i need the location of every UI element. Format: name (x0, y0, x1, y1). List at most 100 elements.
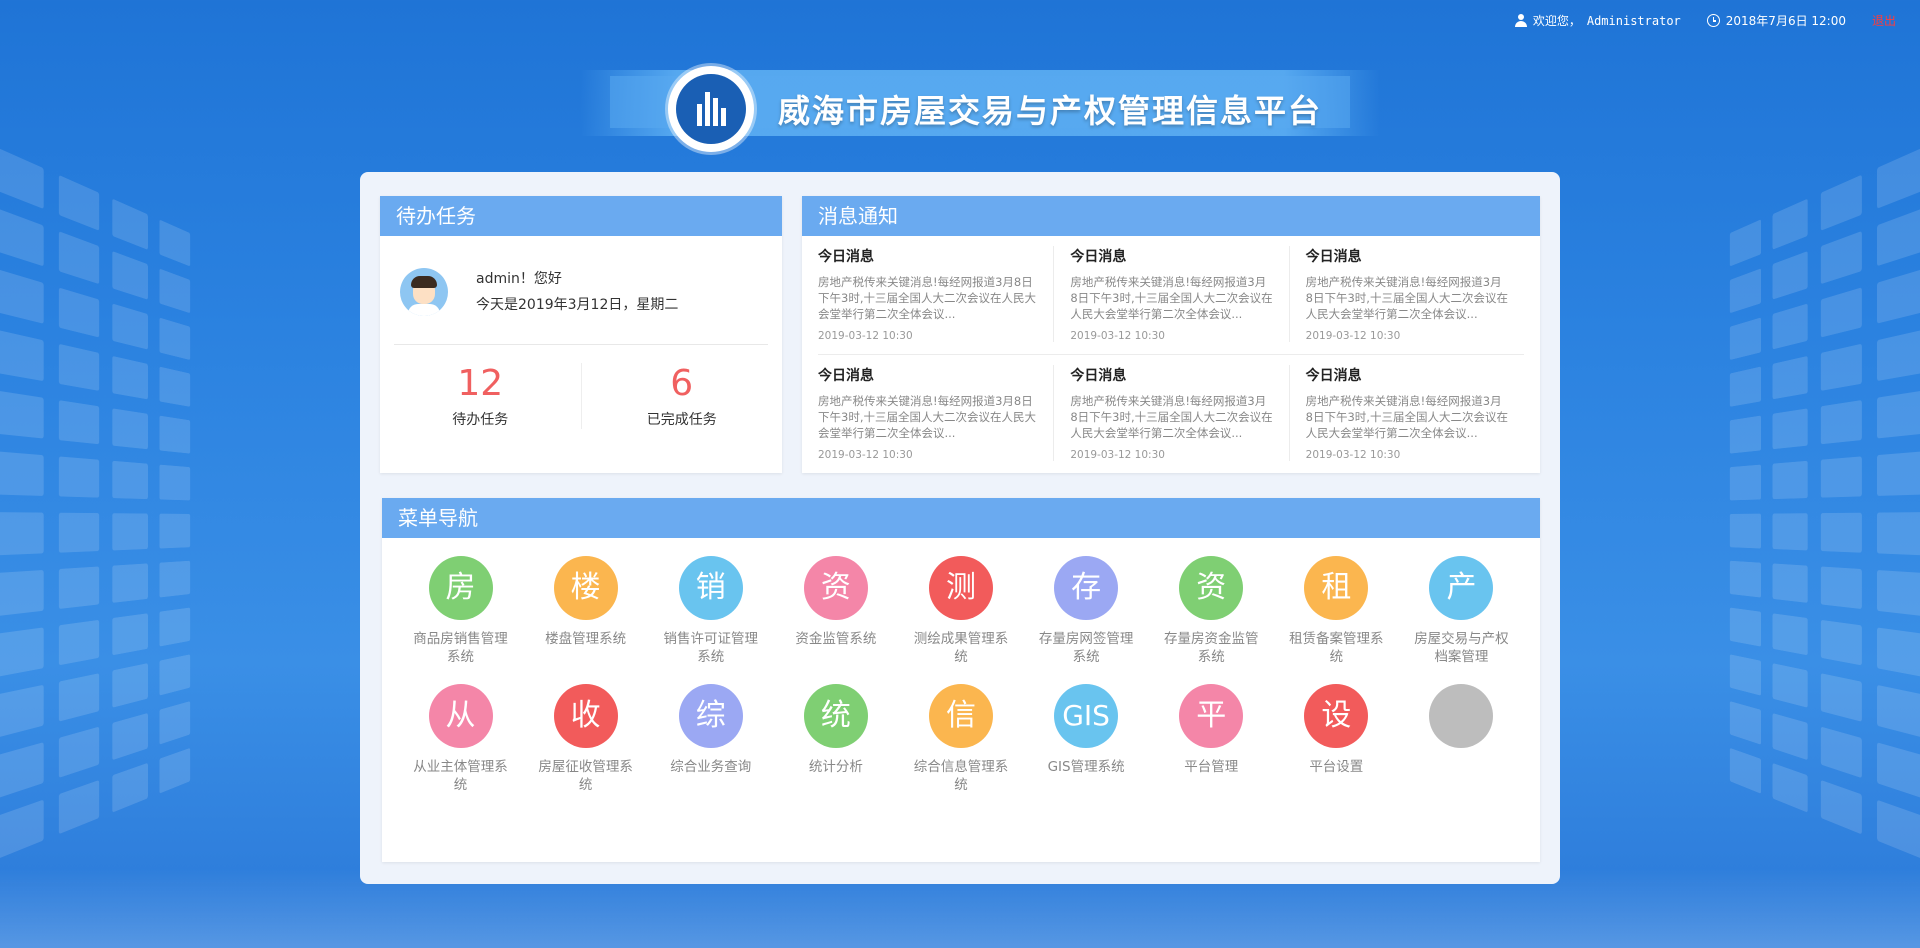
menu-item-label: 存量房资金监管系统 (1163, 631, 1259, 665)
menu-item-label: 统计分析 (808, 759, 863, 775)
menu-item-icon: 设 (1304, 684, 1369, 748)
menu-item[interactable]: 资资金监管系统 (773, 556, 898, 666)
messages-heading: 消息通知 (802, 196, 1540, 236)
background-cell (0, 742, 44, 799)
background-cell (1772, 613, 1808, 656)
avatar (400, 268, 448, 316)
date-text: 今天是2019年3月12日，星期二 (476, 297, 679, 313)
background-cell (159, 701, 191, 745)
menu-item-label (1399, 758, 1524, 794)
message-item[interactable]: 今日消息房地产税传来关键消息!每经网报道3月8日下午3时,十三届全国人大二次会议… (1053, 246, 1288, 354)
menu-item[interactable]: 销销售许可证管理系统 (648, 556, 773, 666)
background-cell (1820, 673, 1862, 722)
menu-item[interactable]: 测测绘成果管理系统 (898, 556, 1023, 666)
menu-heading: 菜单导航 (382, 498, 1540, 538)
menu-item-icon: 房 (428, 556, 493, 620)
menu-item[interactable]: 收房屋征收管理系统 (523, 684, 648, 794)
message-title: 今日消息 (818, 368, 874, 384)
background-cell (112, 303, 148, 350)
user-icon (1514, 14, 1527, 27)
menu-item-icon: 收 (553, 684, 618, 748)
message-item-body: 今日消息房地产税传来关键消息!每经网报道3月8日下午3时,十三届全国人大二次会议… (1053, 246, 1288, 342)
menu-item-label: 房屋征收管理系统 (538, 759, 633, 793)
menu-item-label: 存量房网签管理系统 (1038, 631, 1134, 665)
menu-item-icon: 资 (803, 556, 868, 620)
background-cell (0, 627, 44, 677)
background-cell (1876, 451, 1920, 496)
background-cell (1729, 513, 1761, 549)
menu-item[interactable]: 租租赁备案管理系统 (1274, 556, 1399, 666)
menu-item[interactable]: 统统计分析 (773, 684, 898, 794)
background-cell (1772, 563, 1808, 603)
message-title: 今日消息 (1070, 249, 1127, 265)
menu-item-label: 平台设置 (1309, 759, 1364, 775)
menu-item[interactable]: 平平台管理 (1149, 684, 1274, 794)
background-cell (159, 607, 191, 647)
menu-item-label: 测绘成果管理系统 (913, 631, 1009, 665)
background-cell (1772, 355, 1808, 400)
background-cell (159, 654, 191, 696)
message-item[interactable]: 今日消息 房地产税传来关键消息!每经网报道3月8日下午3时,十三届全国人大二次会议… (1288, 354, 1524, 473)
menu-item[interactable]: 设平台设置 (1274, 684, 1399, 794)
menu-item-label: 房屋交易与产权档案管理 (1414, 631, 1509, 665)
menu-item[interactable]: 存存量房网签管理系统 (1024, 556, 1149, 666)
menu-item[interactable]: 产房屋交易与产权档案管理 (1399, 556, 1524, 666)
background-cell (159, 366, 191, 407)
pending-count: 12 (457, 363, 504, 404)
background-cell (1729, 464, 1761, 501)
message-text: 房地产税传来关键消息!每经网报道3月8日下午3时,十三届全国人大二次会议在人民大… (1070, 394, 1273, 440)
background-cell (1820, 231, 1862, 285)
menu-panel: 菜单导航 房商品房销售管理系统楼楼盘管理系统销销售许可证管理系统资资金监管系统测… (382, 498, 1540, 862)
menu-item-label: 商品房销售管理系统 (413, 631, 508, 665)
done-tasks-stat[interactable]: 6 已完成任务 (580, 363, 783, 429)
background-cell (0, 451, 44, 496)
menu-item[interactable]: 楼楼盘管理系统 (523, 556, 648, 666)
background-cell (58, 400, 100, 445)
menu-item-icon: GIS (1054, 684, 1119, 748)
background-cell (112, 251, 148, 300)
menu-item-icon: 产 (1429, 556, 1494, 620)
datetime: 2018年7月6日 12:00 (1725, 14, 1846, 28)
background-cell (159, 415, 191, 454)
background-cell (159, 513, 191, 549)
menu-item-label: 从业主体管理系统 (413, 759, 508, 793)
message-item-body: 今日消息 房地产税传来关键消息!每经网报道3月8日下午3时,十三届全国人大二次会议… (1053, 365, 1288, 461)
menu-item[interactable]: 资存量房资金监管系统 (1149, 556, 1274, 666)
background-cell (112, 762, 148, 813)
message-item[interactable]: 今日消息 房地产税传来关键消息!每经网报道3月8日下午3时,十三届全国人大二次会议… (818, 354, 1054, 473)
menu-item[interactable] (1399, 684, 1524, 794)
menu-item[interactable]: GIS GIS管理系统 (1024, 684, 1149, 794)
background-cell (159, 268, 191, 314)
main-container: 待办任务 admin！您好 今天是2019年3月12日，星期二 12 待办任务 … (360, 172, 1560, 884)
background-cell (1876, 684, 1920, 738)
background-cell (1876, 570, 1920, 617)
site-logo (668, 66, 754, 152)
menu-item-icon: 综 (678, 684, 743, 748)
message-item[interactable]: 今日消息 房地产税传来关键消息!每经网报道3月8日下午3时,十三届全国人大二次会议… (1053, 354, 1289, 473)
menu-item-label: GIS管理系统 (1047, 759, 1125, 775)
todo-panel: 待办任务 admin！您好 今天是2019年3月12日，星期二 12 待办任务 … (380, 196, 782, 473)
background-cell (0, 684, 44, 738)
background-cell (1820, 512, 1862, 553)
welcome-area: 欢迎您， Administrator (1514, 12, 1681, 29)
menu-item[interactable]: 信综合信息管理系统 (898, 684, 1023, 794)
background-cell (1820, 456, 1862, 498)
logout-link[interactable]: 退出 (1872, 12, 1896, 29)
menu-item[interactable]: 综综合业务查询 (648, 684, 773, 794)
background-cell (159, 560, 191, 598)
message-item[interactable]: 今日消息 房地产税传来关键消息!每经网报道3月8日下午3时,十三届全国人大二次会议… (818, 246, 1053, 354)
message-text: 房地产税传来关键消息!每经网报道3月8日下午3时,十三届全国人大二次会议在人民大… (1070, 275, 1273, 321)
top-bar: 欢迎您， Administrator 2018年7月6日 12:00 退出 (1514, 12, 1896, 29)
background-cell (0, 512, 44, 556)
message-item[interactable]: 今日消息 房地产税传来关键消息!每经网报道3月8日下午3时,十三届全国人大二次会议… (1288, 246, 1524, 354)
done-label: 已完成任务 (646, 412, 717, 428)
menu-item[interactable]: 从从业主体管理系统 (398, 684, 523, 794)
background-cell (58, 343, 100, 391)
menu-item-icon: 销 (678, 556, 743, 620)
pending-tasks-stat[interactable]: 12 待办任务 (380, 363, 581, 429)
menu-item[interactable]: 房商品房销售管理系统 (398, 556, 523, 666)
task-stats: 12 待办任务 6 已完成任务 (380, 363, 782, 429)
background-cell (0, 147, 44, 209)
background-cell (1729, 415, 1761, 454)
background-cell (1729, 607, 1761, 647)
